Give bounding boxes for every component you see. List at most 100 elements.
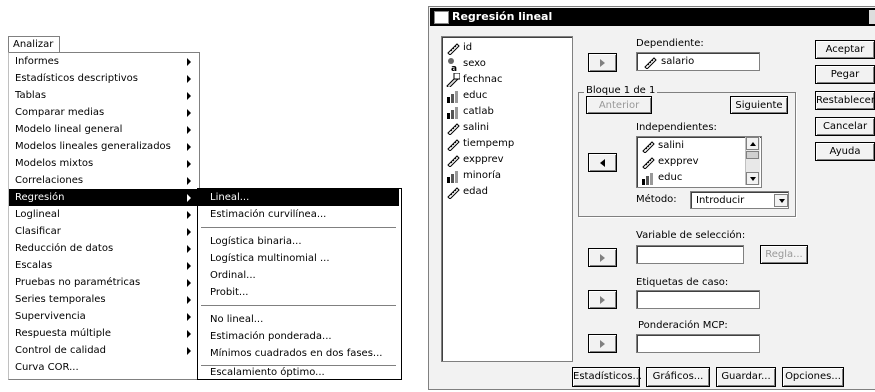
submenu-item-logistica-binaria[interactable]: Logística binaria... xyxy=(198,233,399,250)
dependent-value: salario xyxy=(661,56,695,67)
menu-item-supervivencia[interactable]: Supervivencia xyxy=(9,308,197,325)
menu-item-label: Modelo lineal general xyxy=(15,124,123,135)
submenu-item-estimacion-ponderada[interactable]: Estimación ponderada... xyxy=(198,328,399,345)
scroll-up-button[interactable] xyxy=(746,137,759,150)
variable-name: catlab xyxy=(463,106,494,117)
dependent-label: Dependiente: xyxy=(636,38,704,49)
submenu-item-minimos-cuadrados[interactable]: Mínimos cuadrados en dos fases... xyxy=(198,345,399,362)
variable-name: expprev xyxy=(658,156,699,167)
menu-item-label: Modelos mixtos xyxy=(15,158,94,169)
independents-list[interactable]: salini expprev educ xyxy=(636,136,762,188)
source-variable-list[interactable]: id a sexo fechnac educ catlab salini tie… xyxy=(441,36,573,362)
submenu-arrow-icon xyxy=(187,194,191,202)
save-button[interactable]: Guardar... xyxy=(716,367,776,387)
rule-button-label: Regla... xyxy=(765,249,803,260)
help-button[interactable]: Ayuda xyxy=(815,142,875,161)
submenu-arrow-icon xyxy=(187,296,191,304)
close-icon[interactable] xyxy=(869,10,875,24)
move-dependent-button[interactable] xyxy=(588,53,617,72)
analyze-menu-title[interactable]: Analizar xyxy=(8,36,60,53)
submenu-item-lineal[interactable]: Lineal... xyxy=(198,189,399,206)
paste-button[interactable]: Pegar xyxy=(815,65,875,84)
variable-name: salini xyxy=(658,140,685,151)
menu-item-reduccion-de-datos[interactable]: Reducción de datos xyxy=(9,240,197,257)
menu-item-series-temporales[interactable]: Series temporales xyxy=(9,291,197,308)
method-dropdown-button[interactable] xyxy=(774,194,788,207)
submenu-arrow-icon xyxy=(187,75,191,83)
menu-item-label: Estadísticos descriptivos xyxy=(15,73,139,84)
menu-item-curva-cor[interactable]: Curva COR... xyxy=(9,359,197,376)
scale-variable-icon xyxy=(644,57,657,69)
rule-button[interactable]: Regla... xyxy=(760,245,808,264)
variable-name: tiempemp xyxy=(463,138,515,149)
menu-item-correlaciones[interactable]: Correlaciones xyxy=(9,172,197,189)
menu-item-regresion[interactable]: Regresión xyxy=(9,189,197,206)
submenu-arrow-icon xyxy=(187,279,191,287)
dependent-field[interactable]: salario xyxy=(636,52,760,71)
submenu-item-logistica-multinomial[interactable]: Logística multinomial ... xyxy=(198,250,399,267)
paste-button-label: Pegar xyxy=(830,69,860,80)
variable-name: educ xyxy=(463,90,488,101)
menu-item-informes[interactable]: Informes xyxy=(9,53,197,70)
menu-item-comparar-medias[interactable]: Comparar medias xyxy=(9,104,197,121)
menu-item-label: Modelos lineales generalizados xyxy=(15,141,171,152)
move-independents-button[interactable] xyxy=(588,153,617,172)
next-button[interactable]: Siguiente xyxy=(730,96,788,114)
menu-item-modelos-mixtos[interactable]: Modelos mixtos xyxy=(9,155,197,172)
window-icon xyxy=(434,11,449,24)
wls-weight-label: Ponderación MCP: xyxy=(638,320,728,331)
menu-item-control-de-calidad[interactable]: Control de calidad xyxy=(9,342,197,359)
submenu-arrow-icon xyxy=(187,211,191,219)
help-button-label: Ayuda xyxy=(829,146,861,157)
menu-item-respuesta-multiple[interactable]: Respuesta múltiple xyxy=(9,325,197,342)
ok-button[interactable]: Aceptar xyxy=(815,40,875,59)
analyze-menu: Informes Estadísticos descriptivos Tabla… xyxy=(8,52,200,380)
next-button-label: Siguiente xyxy=(735,100,783,111)
case-labels-field[interactable] xyxy=(636,290,760,309)
menu-item-loglineal[interactable]: Loglineal xyxy=(9,206,197,223)
dialog-titlebar[interactable]: Regresión lineal xyxy=(430,8,875,26)
string-variable-icon: a xyxy=(448,58,457,71)
menu-item-pruebas-no-parametricas[interactable]: Pruebas no paramétricas xyxy=(9,274,197,291)
cancel-button[interactable]: Cancelar xyxy=(815,117,875,136)
scale-variable-icon xyxy=(447,139,460,151)
selection-variable-field[interactable] xyxy=(636,245,744,264)
plots-button[interactable]: Gráficos... xyxy=(646,367,710,387)
submenu-item-label: Logística binaria... xyxy=(210,236,302,247)
menu-item-modelo-lineal-general[interactable]: Modelo lineal general xyxy=(9,121,197,138)
arrow-right-icon xyxy=(600,59,605,67)
ordinal-variable-icon xyxy=(447,91,458,103)
menu-item-tablas[interactable]: Tablas xyxy=(9,87,197,104)
menu-item-escalas[interactable]: Escalas xyxy=(9,257,197,274)
reset-button[interactable]: Restablecer xyxy=(815,91,875,110)
move-wls-weight-button[interactable] xyxy=(588,334,617,353)
arrow-right-icon xyxy=(600,340,605,348)
statistics-button[interactable]: Estadísticos... xyxy=(572,367,642,387)
submenu-item-escalamiento-optimo[interactable]: Escalamiento óptimo... xyxy=(198,367,399,379)
submenu-item-probit[interactable]: Probit... xyxy=(198,284,399,301)
submenu-item-estimacion-curvilinea[interactable]: Estimación curvilínea... xyxy=(198,206,399,223)
menu-item-estadisticos-descriptivos[interactable]: Estadísticos descriptivos xyxy=(9,70,197,87)
scroll-down-button[interactable] xyxy=(746,172,759,185)
menu-item-modelos-lineales-generalizados[interactable]: Modelos lineales generalizados xyxy=(9,138,197,155)
independents-scrollbar[interactable] xyxy=(745,137,760,185)
variable-name: edad xyxy=(463,186,488,197)
move-case-labels-button[interactable] xyxy=(588,290,617,309)
submenu-arrow-icon xyxy=(187,58,191,66)
submenu-item-ordinal[interactable]: Ordinal... xyxy=(198,267,399,284)
independents-label: Independientes: xyxy=(636,122,717,133)
cancel-button-label: Cancelar xyxy=(822,121,868,132)
options-button[interactable]: Opciones... xyxy=(782,367,844,387)
menu-item-clasificar[interactable]: Clasificar xyxy=(9,223,197,240)
wls-weight-field[interactable] xyxy=(636,334,760,353)
scale-variable-icon xyxy=(447,187,460,199)
method-select[interactable]: Introducir xyxy=(690,191,789,209)
menu-item-label: Tablas xyxy=(15,90,47,101)
scale-variable-icon xyxy=(642,141,655,153)
move-selection-variable-button[interactable] xyxy=(588,248,617,267)
submenu-item-no-lineal[interactable]: No lineal... xyxy=(198,311,399,328)
scroll-thumb[interactable] xyxy=(746,151,759,159)
arrow-right-icon xyxy=(600,254,605,262)
previous-button[interactable]: Anterior xyxy=(586,96,652,114)
submenu-arrow-icon xyxy=(187,143,191,151)
